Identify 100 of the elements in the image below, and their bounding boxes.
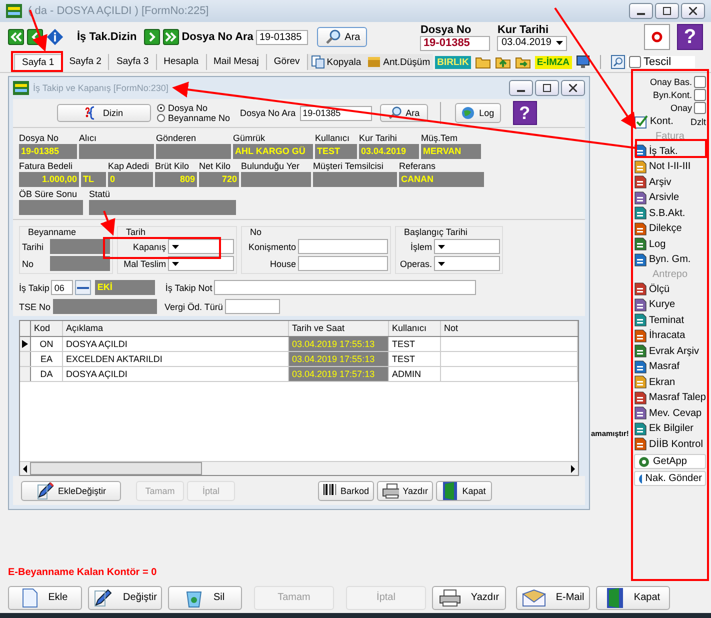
action-button[interactable]: Yazdır: [377, 481, 433, 501]
page-tab[interactable]: Sayfa 1: [14, 54, 62, 70]
app-logo-icon: [6, 4, 22, 18]
side-menu-item[interactable]: Ek Bilgiler: [634, 421, 706, 436]
copy-button[interactable]: Kopyala: [308, 54, 364, 70]
field-label: Referans: [399, 160, 437, 172]
scroll-right-icon[interactable]: [568, 462, 578, 474]
option-checkbox[interactable]: Onay: [634, 101, 706, 114]
action-button[interactable]: Değiştir: [88, 586, 162, 610]
maximize-button[interactable]: [535, 80, 559, 96]
note-field[interactable]: [214, 280, 476, 295]
radio-label[interactable]: Dosya No: [168, 103, 208, 113]
dropdown-icon: [556, 41, 564, 45]
close-button[interactable]: [561, 80, 585, 96]
field-label: İşlem: [409, 242, 432, 252]
help-button[interactable]: ?: [512, 101, 537, 125]
side-menu-item[interactable]: Dilekçe: [634, 221, 706, 236]
side-button[interactable]: GetApp: [634, 454, 706, 469]
side-menu-item[interactable]: Mev. Cevap: [634, 406, 706, 421]
side-menu-item[interactable]: Byn. Gm.: [634, 252, 706, 268]
side-menu-item[interactable]: İş Tak.: [634, 144, 706, 159]
page-tab[interactable]: Mail Mesaj: [206, 54, 267, 70]
last-button[interactable]: [162, 29, 179, 45]
horizontal-scrollbar[interactable]: [20, 461, 578, 475]
column-header[interactable]: Kod: [31, 321, 63, 336]
input-field[interactable]: [298, 239, 388, 254]
folder-icon[interactable]: [474, 55, 491, 69]
search-field[interactable]: 19-01385: [256, 30, 308, 44]
help-button[interactable]: ?: [677, 24, 703, 50]
action-button[interactable]: Barkod: [318, 481, 374, 501]
field-label: Fatura Bedeli: [19, 160, 74, 172]
page-tab[interactable]: Sayfa 2: [62, 54, 110, 70]
column-header[interactable]: Kullanıcı: [389, 321, 441, 336]
dizin-button[interactable]: Dizin: [57, 104, 151, 122]
folder-up-icon[interactable]: [494, 55, 511, 69]
row-header-cell[interactable]: [20, 337, 31, 351]
side-menu-item[interactable]: Log: [634, 236, 706, 252]
side-menu-item[interactable]: Kurye: [634, 297, 706, 312]
side-menu-item[interactable]: S.B.Akt.: [634, 206, 706, 221]
dosya-no-field[interactable]: 19-01385: [420, 36, 490, 50]
alert-button[interactable]: [644, 24, 670, 50]
action-button[interactable]: Yazdır: [432, 586, 506, 610]
maximize-icon: [543, 84, 551, 92]
folder-arrow-icon[interactable]: [514, 55, 531, 69]
input-field[interactable]: [224, 299, 280, 314]
action-button[interactable]: E-Mail: [516, 586, 590, 610]
dzlt-label[interactable]: Dzlt: [690, 116, 706, 127]
action-button[interactable]: Kapat: [596, 586, 670, 610]
radio-button[interactable]: [157, 114, 165, 122]
side-menu-item[interactable]: Evrak Arşiv: [634, 344, 706, 359]
side-menu-item[interactable]: İhracata: [634, 328, 706, 344]
next-button[interactable]: [144, 29, 160, 45]
side-menu-item[interactable]: DİİB Kontrol: [634, 436, 706, 452]
kur-tarihi-combo[interactable]: 03.04.2019: [497, 36, 568, 50]
option-checkbox[interactable]: Onay Bas.: [634, 75, 706, 88]
action-button[interactable]: EkleDeğiştir: [21, 481, 121, 501]
option-checkbox[interactable]: Byn.Kont.: [634, 88, 706, 101]
side-menu-item[interactable]: Teminat: [634, 312, 706, 328]
lookup-button[interactable]: [75, 280, 92, 295]
minimize-button[interactable]: [629, 3, 653, 19]
search-button[interactable]: Ara: [317, 27, 368, 47]
field-label: Gönderen: [156, 132, 198, 144]
side-menu-item[interactable]: Ölçü: [634, 282, 706, 297]
info-icon[interactable]: [46, 28, 64, 46]
close-button[interactable]: [681, 3, 705, 19]
radio-button[interactable]: [157, 104, 165, 112]
side-menu-item[interactable]: Masraf Talep: [634, 390, 706, 406]
table-cell: 03.04.2019 17:55:13: [289, 337, 389, 351]
log-button[interactable]: Log: [454, 103, 501, 123]
column-header[interactable]: Açıklama: [63, 321, 289, 336]
side-menu-item[interactable]: Not I-II-III: [634, 159, 706, 174]
column-header[interactable]: Not: [441, 321, 578, 336]
search-icon[interactable]: [610, 55, 625, 69]
column-header[interactable]: Tarih ve Saat: [289, 321, 389, 336]
side-button[interactable]: Nak. Gönder: [634, 471, 706, 486]
envelope-icon: [522, 588, 546, 606]
page-tab[interactable]: Hesapla: [156, 54, 207, 70]
row-header-cell[interactable]: [20, 367, 31, 381]
row-header-cell[interactable]: [20, 352, 31, 366]
side-menu-item[interactable]: Arşiv: [634, 174, 706, 190]
action-button[interactable]: Ekle: [8, 586, 82, 610]
date-combo[interactable]: [168, 239, 234, 254]
side-menu-item[interactable]: Arsivle: [634, 190, 706, 206]
monitor-icon[interactable]: [576, 55, 590, 69]
tescil-checkbox[interactable]: Tescil: [626, 56, 696, 68]
code-field[interactable]: 06: [51, 280, 74, 295]
action-button[interactable]: Sil: [168, 586, 242, 610]
minimize-button[interactable]: [509, 80, 533, 96]
action-button[interactable]: Kapat: [436, 481, 492, 501]
first-button[interactable]: [8, 29, 24, 45]
kont-button[interactable]: Kont.: [634, 114, 674, 130]
double-chevron-right-icon: [164, 32, 177, 42]
ant-dusum-button[interactable]: Ant.Düşüm: [364, 54, 434, 70]
page-tab[interactable]: Sayfa 3: [109, 54, 157, 70]
side-menu-item[interactable]: Masraf: [634, 359, 706, 374]
maximize-button[interactable]: [655, 3, 679, 19]
radio-label[interactable]: Beyanname No: [168, 113, 230, 123]
e-imza-badge[interactable]: E-İMZA: [534, 56, 572, 68]
input-field[interactable]: [298, 256, 388, 271]
side-menu-item[interactable]: Ekran: [634, 374, 706, 390]
